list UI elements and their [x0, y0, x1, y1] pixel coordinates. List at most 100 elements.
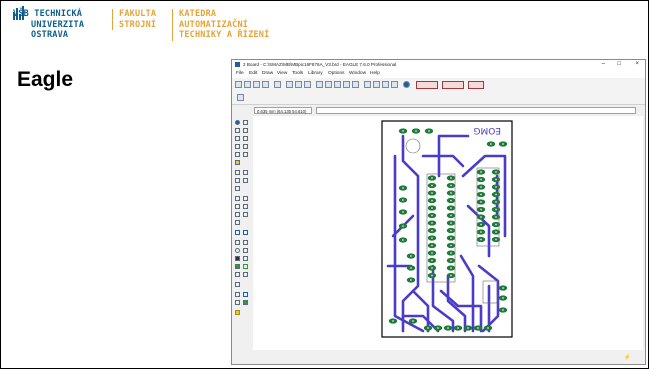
menu-tools[interactable]: Tools	[292, 71, 303, 76]
ratsnest-icon[interactable]	[235, 292, 240, 297]
dimension-icon[interactable]	[235, 282, 240, 287]
logo-dept-line-3: TECHNIKY A ŘÍZENÍ	[179, 30, 270, 40]
board-icon[interactable]	[304, 81, 311, 88]
wire-icon[interactable]	[235, 230, 240, 235]
zoom-fit-icon[interactable]	[316, 81, 323, 88]
copy-icon[interactable]	[243, 136, 248, 141]
maximize-button[interactable]: □	[617, 61, 621, 67]
pad-hole	[447, 327, 449, 329]
ordering-icon[interactable]	[442, 81, 464, 89]
pad-hole	[431, 237, 433, 239]
pad-hole	[450, 184, 452, 187]
zoom-out-icon[interactable]	[334, 81, 341, 88]
split-icon[interactable]	[243, 204, 248, 209]
info-icon[interactable]	[235, 120, 240, 125]
lock-icon[interactable]	[243, 178, 248, 183]
move-icon[interactable]	[235, 136, 240, 141]
menu-view[interactable]: View	[277, 71, 287, 76]
erc-icon[interactable]	[235, 300, 240, 305]
pad-hole	[450, 252, 452, 254]
status-bar: ⚡	[232, 352, 645, 364]
paste-icon[interactable]	[235, 160, 240, 165]
close-button[interactable]: ×	[635, 61, 639, 67]
script-icon[interactable]	[286, 81, 293, 88]
run-icon[interactable]	[295, 81, 302, 88]
menu-options[interactable]: Options	[328, 71, 345, 76]
pad-hole	[450, 192, 452, 194]
via-icon[interactable]	[235, 264, 240, 269]
text-icon[interactable]	[243, 240, 248, 245]
pad-hole	[392, 320, 394, 322]
change-icon[interactable]	[243, 152, 248, 157]
pad-hole	[480, 208, 482, 211]
help-icon[interactable]	[403, 81, 410, 88]
pad-hole	[480, 238, 482, 241]
cam-icon[interactable]	[262, 81, 269, 88]
rect-icon[interactable]	[235, 256, 240, 261]
menu-library[interactable]: Library	[308, 71, 323, 76]
zoom-in-icon[interactable]	[325, 81, 332, 88]
stop-icon[interactable]	[382, 81, 389, 88]
pad-hole	[487, 327, 489, 329]
save-icon[interactable]	[244, 81, 251, 88]
pad-hole	[495, 223, 497, 226]
menu-help[interactable]: Help	[370, 71, 380, 76]
delete-icon[interactable]	[235, 170, 240, 175]
board-canvas[interactable]: EOMG	[253, 116, 643, 350]
redo-icon[interactable]	[373, 81, 380, 88]
arc-icon[interactable]	[243, 248, 248, 253]
open-icon[interactable]	[235, 81, 242, 88]
design-link-icon[interactable]	[416, 81, 438, 89]
menu-edit[interactable]: Edit	[249, 71, 257, 76]
optimize-icon[interactable]	[235, 212, 240, 217]
grid-icon[interactable]	[237, 94, 244, 101]
mirror-icon[interactable]	[235, 144, 240, 149]
attribute-icon[interactable]	[243, 272, 248, 277]
pad-hole	[410, 255, 412, 257]
pad-hole	[502, 143, 504, 145]
display-icon[interactable]	[235, 128, 240, 133]
miter-icon[interactable]	[235, 204, 240, 209]
command-line-input[interactable]	[316, 107, 636, 114]
auto-icon[interactable]	[243, 292, 248, 297]
zoom-select-icon[interactable]	[352, 81, 359, 88]
line-icon[interactable]	[235, 240, 240, 245]
signal-icon[interactable]	[243, 264, 248, 269]
pad-hole	[502, 287, 504, 289]
print-icon[interactable]	[253, 81, 260, 88]
go-icon[interactable]	[391, 81, 398, 88]
warning-icon[interactable]	[235, 310, 240, 315]
polygon-icon[interactable]	[243, 256, 248, 261]
ripup-icon[interactable]	[235, 220, 240, 225]
trace	[411, 289, 430, 333]
bus-icon[interactable]	[243, 230, 248, 235]
menu-file[interactable]: File	[236, 71, 244, 76]
rotate-icon[interactable]	[243, 144, 248, 149]
menu-window[interactable]: Window	[349, 71, 366, 76]
menu-draw[interactable]: Draw	[262, 71, 273, 76]
pad-hole	[450, 214, 452, 217]
replace-icon[interactable]	[235, 178, 240, 183]
hole-icon[interactable]	[235, 272, 240, 277]
logo-faculty-line-2: STROJNÍ	[119, 19, 157, 30]
pad-hole	[480, 201, 482, 203]
title-bar: 2 Board - C:\SMAZ\MB\MBpic16F876A_V3.brd…	[232, 60, 645, 70]
group-icon[interactable]	[235, 152, 240, 157]
pad-hole	[431, 177, 433, 179]
mark-icon[interactable]	[243, 128, 248, 133]
zoom-redraw-icon[interactable]	[343, 81, 350, 88]
undo-icon[interactable]	[364, 81, 371, 88]
smash-icon[interactable]	[243, 196, 248, 201]
pad-hole	[415, 130, 417, 132]
show-icon[interactable]	[243, 120, 248, 125]
upload-icon[interactable]	[274, 81, 281, 88]
circle-icon[interactable]	[235, 248, 240, 253]
route-icon[interactable]	[243, 212, 248, 217]
name-icon[interactable]	[235, 186, 240, 191]
drc-icon[interactable]	[243, 300, 248, 305]
pad-hole	[495, 193, 497, 196]
add-icon[interactable]	[243, 170, 248, 175]
fusion-icon[interactable]	[468, 81, 484, 89]
minimize-button[interactable]: –	[602, 61, 605, 67]
value-icon[interactable]	[235, 196, 240, 201]
